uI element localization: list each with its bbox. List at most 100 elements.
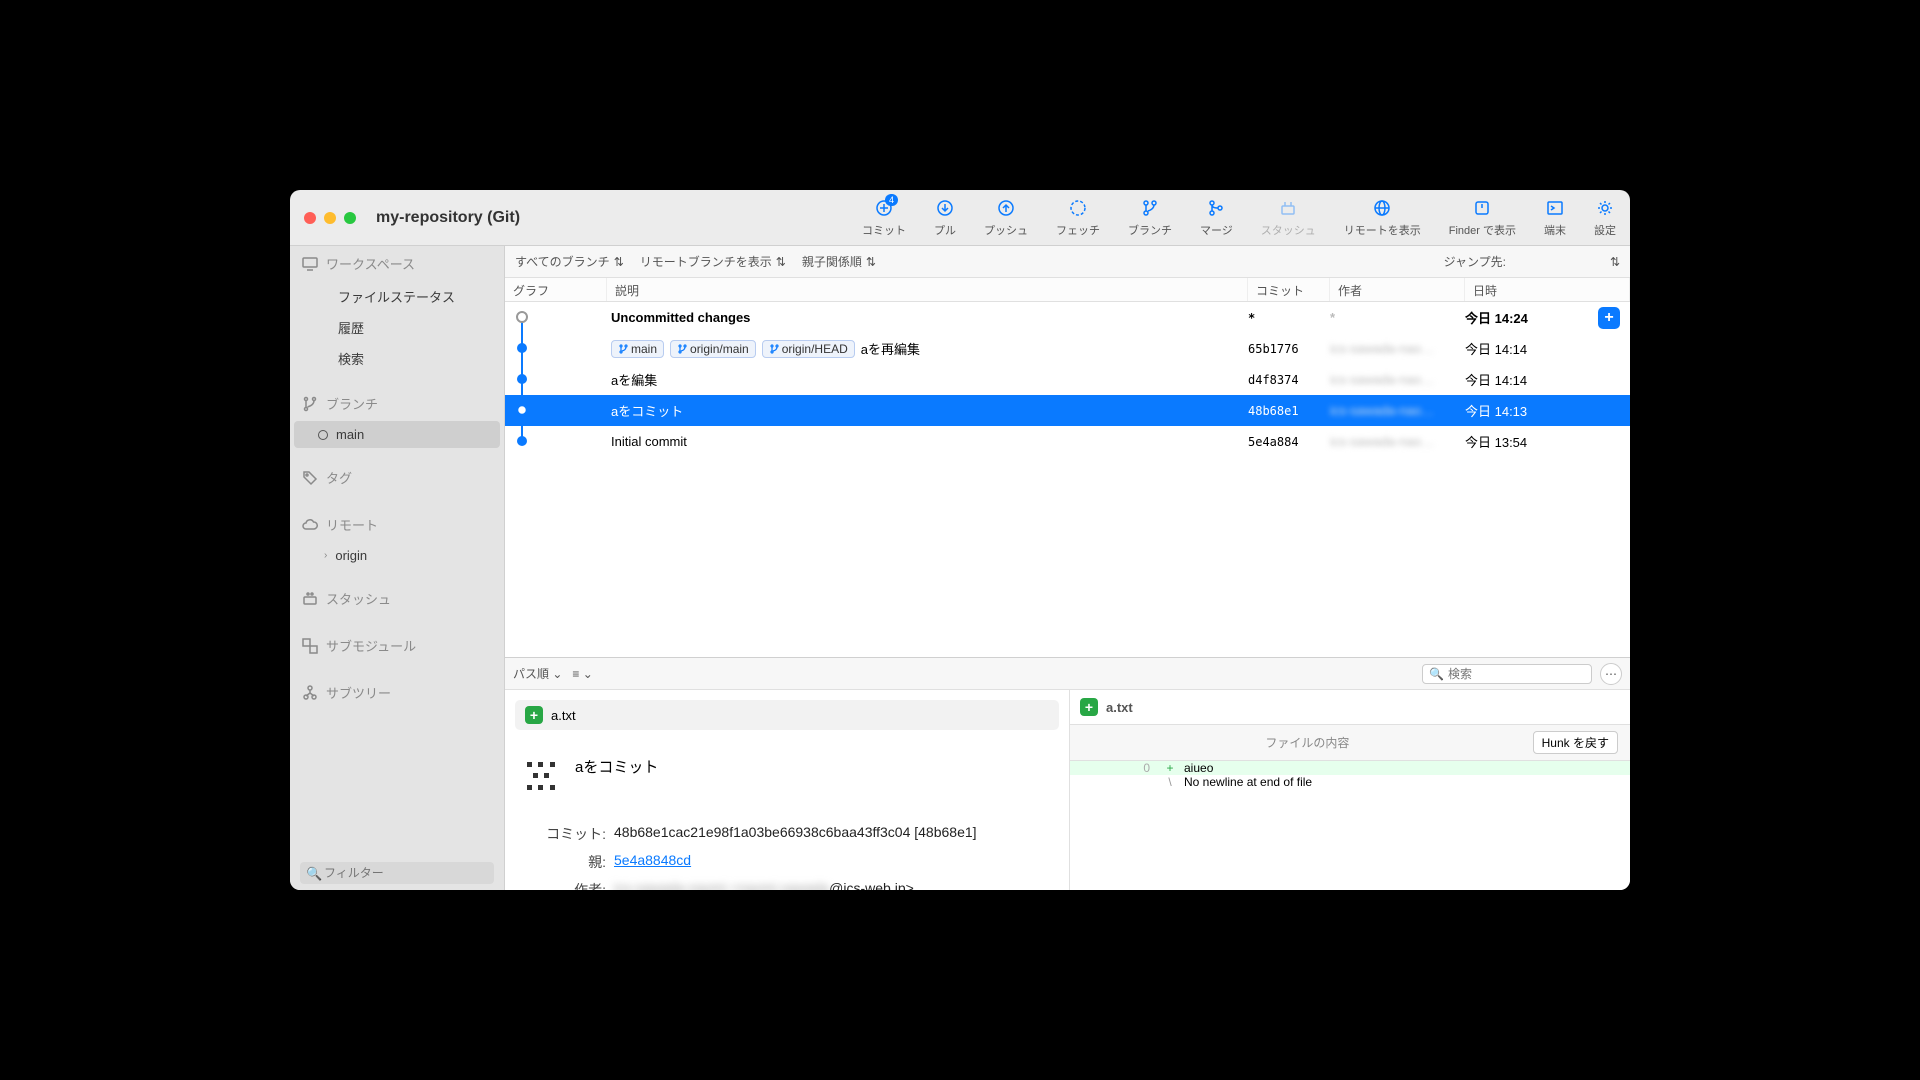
added-badge: + (525, 706, 543, 724)
traffic-lights (304, 212, 356, 224)
push-icon (996, 198, 1016, 218)
sidebar-stashes[interactable]: スタッシュ (290, 581, 504, 616)
gear-icon (1595, 198, 1615, 218)
pull-button[interactable]: プル (934, 198, 956, 238)
merge-icon (1206, 198, 1226, 218)
sidebar-file-status[interactable]: ファイルステータス (290, 281, 504, 312)
all-branches-dropdown[interactable]: すべてのブランチ ⇅ (515, 253, 624, 270)
filter-input[interactable] (300, 862, 494, 884)
subtree-icon (302, 685, 318, 701)
branch-tag-main[interactable]: main (611, 340, 664, 358)
sidebar-submodules[interactable]: サブモジュール (290, 628, 504, 663)
commit-list: Uncommitted changes * * 今日 14:24+ main o… (505, 302, 1630, 457)
col-author[interactable]: 作者 (1330, 278, 1465, 301)
col-desc[interactable]: 説明 (607, 278, 1248, 301)
diff-line-added[interactable]: 0 + aiueo (1070, 761, 1630, 775)
tag-icon (302, 470, 318, 486)
branch-tag-origin-main[interactable]: origin/main (670, 340, 756, 358)
diff-file-header: + a.txt (1070, 690, 1630, 724)
window-title: my-repository (Git) (376, 209, 520, 227)
diff-search-input[interactable] (1448, 667, 1585, 681)
stage-all-button[interactable]: + (1598, 307, 1620, 329)
changed-file[interactable]: + a.txt (515, 700, 1059, 730)
cloud-icon (302, 517, 318, 533)
titlebar: my-repository (Git) 4 コミット プル プッシュ フェッチ (290, 190, 1630, 246)
middle-bar: パス順 ⌄ ≡ ⌄ 🔍 ⋯ (505, 658, 1630, 690)
commit-row[interactable]: Uncommitted changes * * 今日 14:24+ (505, 302, 1630, 333)
sidebar-branch-main[interactable]: main (294, 421, 500, 448)
column-headers: グラフ 説明 コミット 作者 日時 (505, 278, 1630, 302)
col-commit[interactable]: コミット (1248, 278, 1330, 301)
chevron-down-icon: ⌄ (583, 667, 593, 681)
merge-button[interactable]: マージ (1200, 198, 1233, 238)
branch-icon (1140, 198, 1160, 218)
diff-options-button[interactable]: ⋯ (1600, 663, 1622, 685)
close-icon[interactable] (304, 212, 316, 224)
search-icon: 🔍 (306, 866, 322, 882)
diff-panel: + a.txt ファイルの内容 Hunk を戻す 0 + aiueo (1070, 690, 1630, 890)
revert-hunk-button[interactable]: Hunk を戻す (1533, 731, 1618, 754)
search-icon: 🔍 (1429, 667, 1444, 681)
updown-icon: ⇅ (776, 255, 786, 269)
commit-author: ics-sawada-naomi <naomi.sawada@ics-web.j… (614, 880, 1055, 890)
commit-title: aをコミット (575, 754, 658, 798)
branch-icon (769, 344, 779, 354)
main-panel: すべてのブランチ ⇅ リモートブランチを表示 ⇅ 親子関係順 ⇅ ジャンプ先: … (505, 246, 1630, 890)
sidebar-history[interactable]: 履歴 (290, 312, 504, 343)
col-graph[interactable]: グラフ (505, 278, 607, 301)
branch-icon (302, 396, 318, 412)
sidebar-workspace[interactable]: ワークスペース (290, 246, 504, 281)
hunk-header: ファイルの内容 Hunk を戻す (1070, 724, 1630, 761)
settings-button[interactable]: 設定 (1594, 198, 1616, 238)
sidebar-tags[interactable]: タグ (290, 460, 504, 495)
parent-commit-link[interactable]: 5e4a8848cd (614, 852, 691, 868)
view-mode-dropdown[interactable]: ≡ ⌄ (572, 667, 592, 681)
sidebar-branches[interactable]: ブランチ (290, 386, 504, 421)
pull-icon (935, 198, 955, 218)
sidebar-subtrees[interactable]: サブツリー (290, 675, 504, 710)
diff-body: 0 + aiueo \ No newline at end of file (1070, 761, 1630, 789)
commit-row[interactable]: aをコミット 48b68e1 ics-sawada-nao… 今日 14:13 (505, 395, 1630, 426)
commit-header: aをコミット (505, 740, 1069, 812)
jump-to-dropdown[interactable]: ジャンプ先: ⇅ (1444, 253, 1620, 270)
show-remote-dropdown[interactable]: リモートブランチを表示 ⇅ (640, 253, 786, 270)
push-button[interactable]: プッシュ (984, 198, 1028, 238)
finder-icon (1472, 198, 1492, 218)
minimize-icon[interactable] (324, 212, 336, 224)
diff-line-meta: \ No newline at end of file (1070, 775, 1630, 789)
maximize-icon[interactable] (344, 212, 356, 224)
chevron-down-icon: ⌄ (552, 667, 562, 681)
sidebar-remotes[interactable]: リモート (290, 507, 504, 542)
toolbar: 4 コミット プル プッシュ フェッチ ブランチ マージ (862, 198, 1616, 238)
stash-icon (302, 591, 318, 607)
stash-button[interactable]: スタッシュ (1261, 198, 1316, 238)
sidebar-filter: 🔍 (290, 856, 504, 890)
terminal-icon (1545, 198, 1565, 218)
updown-icon: ⇅ (866, 255, 876, 269)
updown-icon: ⇅ (614, 255, 624, 269)
branch-icon (677, 344, 687, 354)
monitor-icon (302, 256, 318, 272)
show-finder-button[interactable]: Finder で表示 (1449, 198, 1516, 238)
show-remote-button[interactable]: リモートを表示 (1344, 198, 1421, 238)
branch-tag-origin-head[interactable]: origin/HEAD (762, 340, 855, 358)
globe-icon (1372, 198, 1392, 218)
order-dropdown[interactable]: 親子関係順 ⇅ (802, 253, 876, 270)
commit-hash: 48b68e1cac21e98f1a03be66938c6baa43ff3c04… (614, 824, 1055, 844)
list-icon: ≡ (572, 667, 579, 681)
commit-button[interactable]: 4 コミット (862, 198, 906, 238)
commit-row[interactable]: aを編集 d4f8374 ics-sawada-nao… 今日 14:14 (505, 364, 1630, 395)
commit-row[interactable]: main origin/main origin/HEAD aを再編集 65b17… (505, 333, 1630, 364)
col-date[interactable]: 日時 (1465, 278, 1630, 301)
sidebar-search[interactable]: 検索 (290, 343, 504, 374)
terminal-button[interactable]: 端末 (1544, 198, 1566, 238)
diff-search[interactable]: 🔍 (1422, 664, 1592, 684)
path-order-dropdown[interactable]: パス順 ⌄ (513, 665, 562, 682)
circle-icon (318, 430, 328, 440)
detail-panel: + a.txt aをコミット コミット:48b68e1cac21e98f1a03… (505, 690, 1630, 890)
fetch-button[interactable]: フェッチ (1056, 198, 1100, 238)
commit-row[interactable]: Initial commit 5e4a884 ics-sawada-nao… 今… (505, 426, 1630, 457)
branch-button[interactable]: ブランチ (1128, 198, 1172, 238)
app-window: my-repository (Git) 4 コミット プル プッシュ フェッチ (290, 190, 1630, 890)
sidebar-remote-origin[interactable]: › origin (290, 542, 504, 569)
